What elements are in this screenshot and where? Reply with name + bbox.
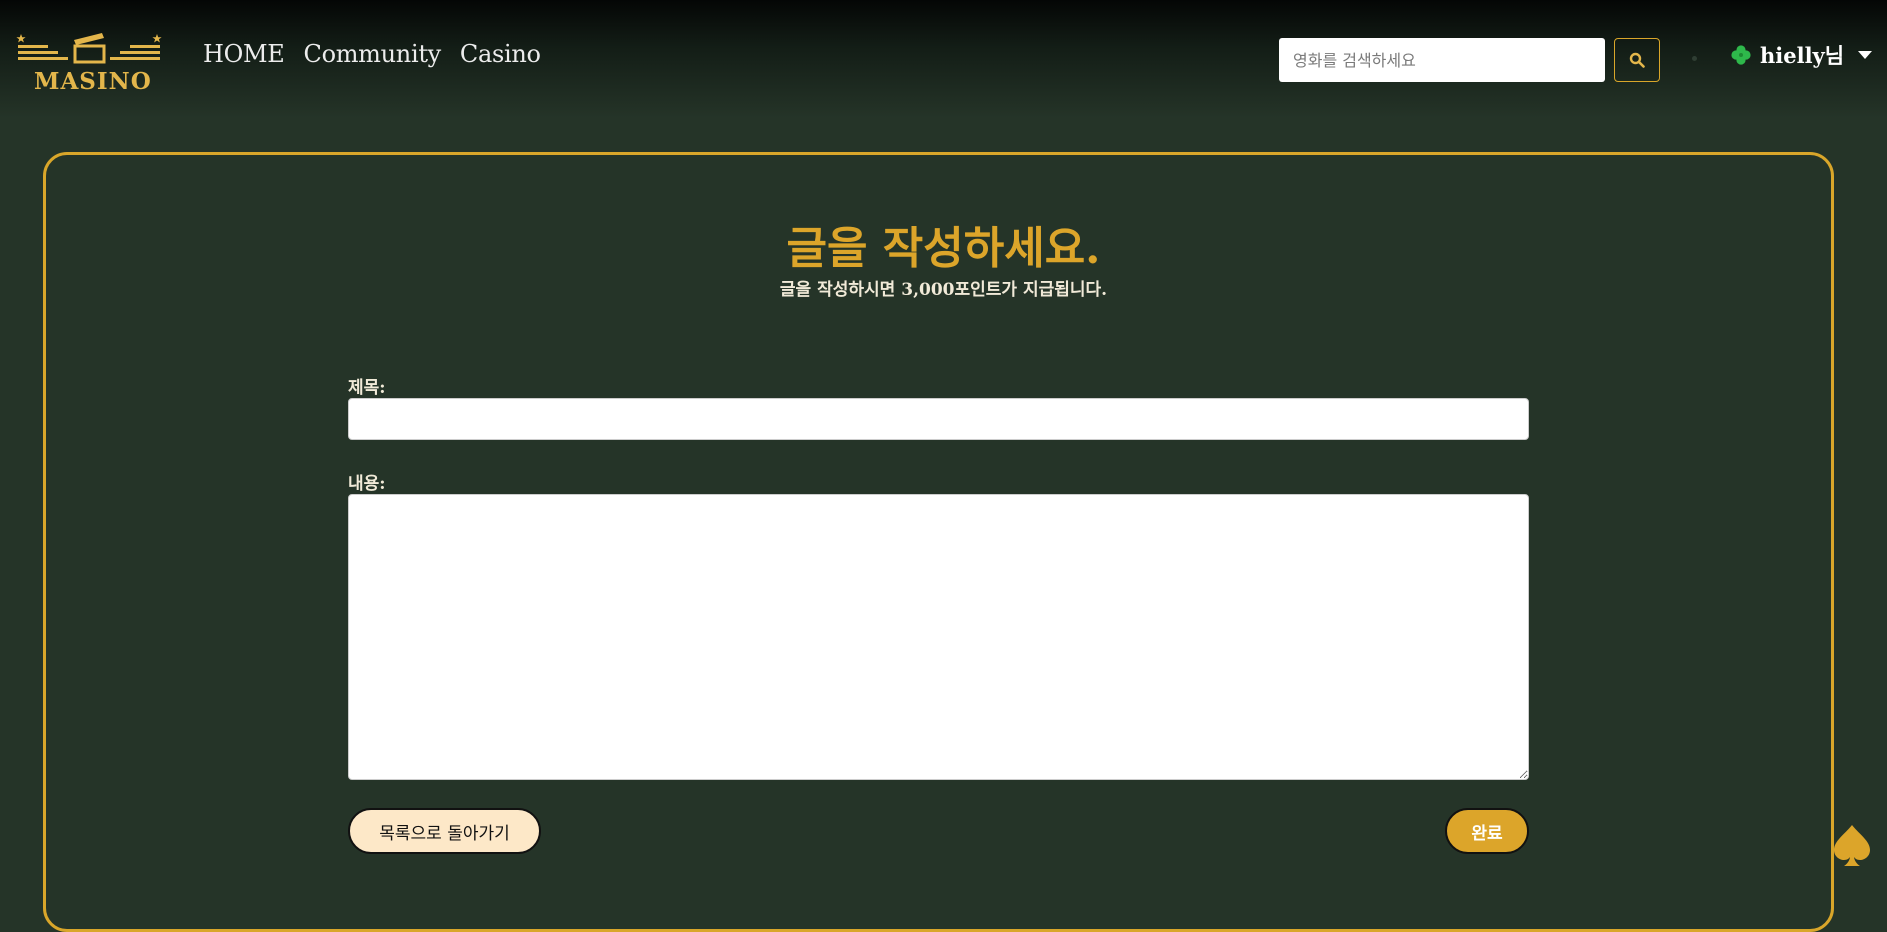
user-menu[interactable]: hielly님 [1730, 40, 1873, 70]
clapperboard-logo-icon [16, 33, 162, 64]
page-subtitle: 글을 작성하시면 3,000포인트가 지급됩니다. [779, 280, 1108, 300]
logo-text: MASINO [34, 68, 152, 95]
caret-down-icon[interactable] [1858, 51, 1873, 59]
submit-button[interactable]: 완료 [1445, 808, 1529, 854]
page-title: 글을 작성하세요. [786, 223, 1101, 274]
title-input[interactable] [348, 398, 1529, 440]
content-textarea[interactable] [348, 494, 1529, 780]
masino-logo[interactable]: MASINO [16, 30, 162, 96]
title-label: 제목: [348, 378, 386, 398]
top-navbar: MASINO HOME Community Casino hielly님 [0, 0, 1887, 118]
separator-dot [1692, 56, 1697, 61]
main-nav: HOME Community Casino [203, 40, 541, 68]
search-icon [1629, 52, 1645, 68]
search-button[interactable] [1614, 38, 1660, 82]
content-label: 내용: [348, 474, 386, 494]
username: hielly님 [1760, 43, 1845, 68]
nav-community[interactable]: Community [304, 40, 442, 68]
search-input[interactable] [1279, 38, 1605, 82]
nav-home[interactable]: HOME [203, 40, 285, 68]
back-to-list-button[interactable]: 목록으로 돌아가기 [348, 808, 541, 854]
nav-casino[interactable]: Casino [460, 40, 541, 68]
spade-icon[interactable] [1832, 823, 1872, 867]
clover-icon [1731, 45, 1751, 65]
